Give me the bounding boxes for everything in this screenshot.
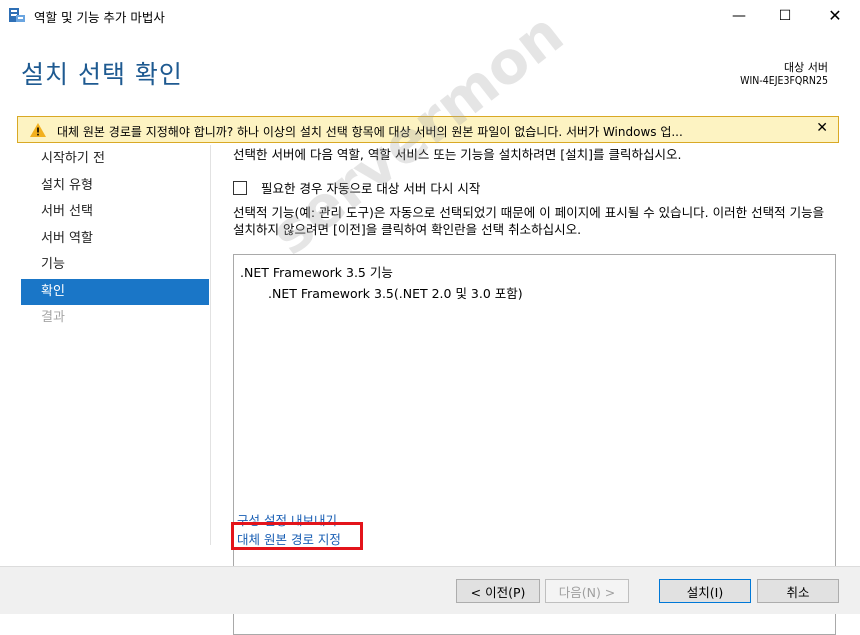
close-button[interactable]: ✕ <box>812 0 858 31</box>
minimize-button[interactable]: — <box>716 0 762 31</box>
install-button[interactable]: 설치(I) <box>659 579 751 603</box>
wizard-steps: 시작하기 전 설치 유형 서버 선택 서버 역할 기능 확인 결과 <box>21 146 209 332</box>
vertical-divider <box>210 145 211 545</box>
step-installation-type[interactable]: 설치 유형 <box>21 173 209 200</box>
list-item: .NET Framework 3.5(.NET 2.0 및 3.0 포함) <box>268 286 523 301</box>
warning-text: 대체 원본 경로를 지정해야 합니까? 하나 이상의 설치 선택 항목에 대상 … <box>57 125 683 139</box>
destination-server-name: WIN-4EJE3FQRN25 <box>740 75 828 87</box>
page-title: 설치 선택 확인 <box>21 60 183 89</box>
restart-checkbox-label[interactable]: 필요한 경우 자동으로 대상 서버 다시 시작 <box>261 178 480 197</box>
window-title: 역할 및 기능 추가 마법사 <box>34 10 165 25</box>
list-item: .NET Framework 3.5 기능 <box>240 265 393 280</box>
description-text: 선택적 기능(예: 관리 도구)은 자동으로 선택되었기 때문에 이 페이지에 … <box>233 205 825 237</box>
step-before-you-begin[interactable]: 시작하기 전 <box>21 146 209 173</box>
highlight-box <box>231 522 363 550</box>
step-server-roles[interactable]: 서버 역할 <box>21 226 209 253</box>
step-features[interactable]: 기능 <box>21 252 209 279</box>
intro-text: 선택한 서버에 다음 역할, 역할 서비스 또는 기능을 설치하려면 [설치]를… <box>233 147 682 162</box>
warning-close-icon[interactable]: ✕ <box>816 120 828 136</box>
step-confirmation[interactable]: 확인 <box>21 278 209 305</box>
next-button: 다음(N) > <box>545 579 629 603</box>
step-server-selection[interactable]: 서버 선택 <box>21 199 209 226</box>
restart-option[interactable]: 필요한 경우 자동으로 대상 서버 다시 시작 <box>233 178 480 197</box>
restart-checkbox[interactable] <box>233 180 247 195</box>
maximize-button[interactable]: ☐ <box>762 0 808 31</box>
warning-banner[interactable]: 대체 원본 경로를 지정해야 합니까? 하나 이상의 설치 선택 항목에 대상 … <box>17 116 839 143</box>
wizard-header: 설치 선택 확인 대상 서버 WIN-4EJE3FQRN25 <box>0 31 860 112</box>
destination-server-label: 대상 서버 <box>784 61 828 74</box>
warning-icon <box>30 123 46 137</box>
footer-bar: < 이전(P) 다음(N) > 설치(I) 취소 <box>0 566 860 614</box>
server-manager-icon <box>9 8 25 22</box>
previous-button[interactable]: < 이전(P) <box>456 579 540 603</box>
title-bar: 역할 및 기능 추가 마법사 — ☐ ✕ <box>0 0 860 31</box>
cancel-button[interactable]: 취소 <box>757 579 839 603</box>
step-results: 결과 <box>41 310 65 325</box>
